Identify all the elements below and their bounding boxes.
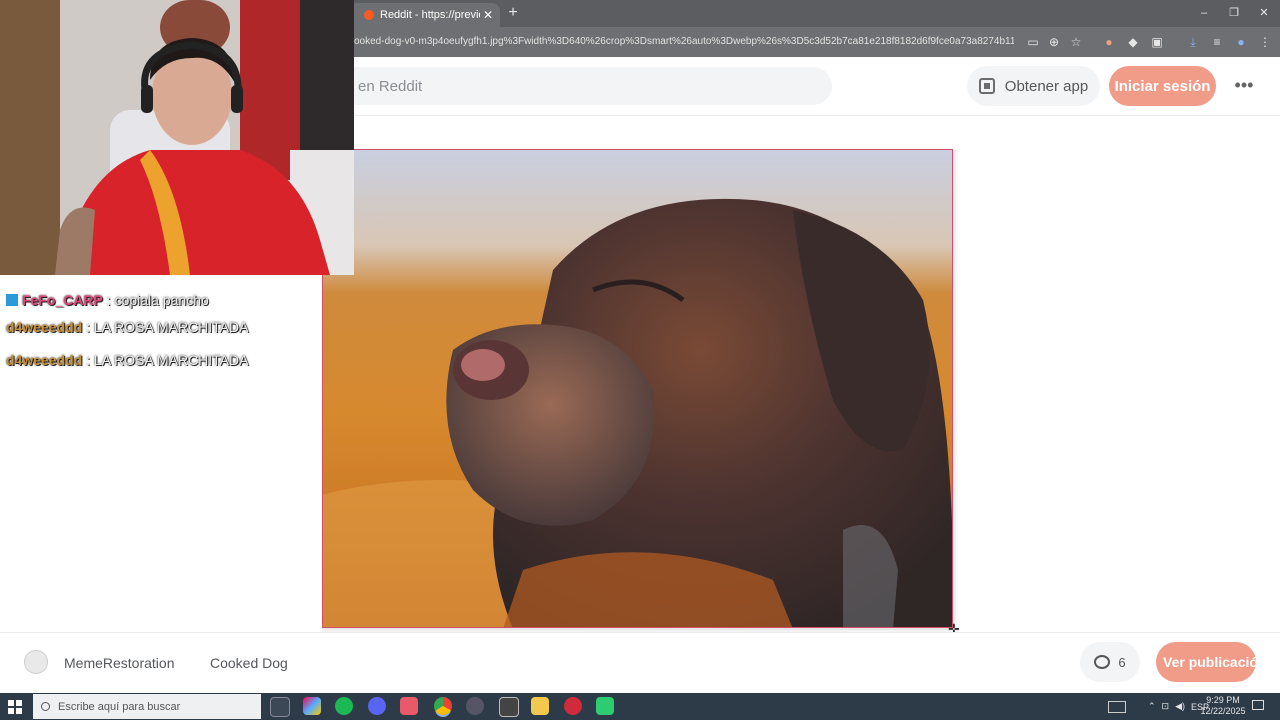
minimize-button[interactable]: – (1188, 4, 1220, 22)
volume-icon[interactable]: ◀) (1175, 701, 1185, 712)
copilot-icon[interactable] (303, 697, 321, 715)
windows-start-icon[interactable] (8, 700, 22, 714)
subreddit-avatar[interactable] (24, 650, 48, 674)
taskbar-clock[interactable]: 9:29 PM 12/22/2025 (1200, 695, 1246, 717)
close-window-button[interactable]: ✕ (1248, 4, 1280, 22)
chat-username: d4weeeddd (6, 352, 83, 368)
chrome-icon[interactable] (434, 697, 452, 715)
download-icon[interactable]: ⤓ (1184, 33, 1202, 51)
subreddit-name[interactable]: MemeRestoration (64, 655, 175, 671)
chat-message: d4weeeddd : LA ROSA MARCHITADA (6, 319, 248, 335)
reddit-favicon-icon (364, 10, 374, 20)
clock-time: 9:29 PM (1206, 695, 1240, 705)
dog-photo (323, 150, 952, 627)
bookmark-star-icon[interactable]: ☆ (1067, 33, 1085, 51)
system-tray: ⌃ ⊡ ◀) ESP (1108, 694, 1209, 719)
chat-badge-icon (6, 294, 18, 306)
tab-title: Reddit - https://preview.redd.it (380, 9, 480, 21)
chat-username: FeFo_CARP (22, 292, 103, 308)
webcam-feed (0, 0, 354, 275)
search-icon (41, 702, 50, 711)
webcam-overlay (0, 0, 354, 275)
chat-text: : copiala pancho (102, 292, 209, 308)
chat-text: : LA ROSA MARCHITADA (82, 319, 249, 335)
post-image[interactable] (322, 149, 953, 628)
chat-message: FeFo_CARP : copiala pancho (6, 292, 209, 308)
task-view-icon[interactable] (270, 697, 290, 717)
notifications-icon[interactable] (1252, 700, 1264, 710)
opera-icon[interactable] (564, 697, 582, 715)
tab-close-icon[interactable]: ✕ (480, 8, 496, 22)
get-app-button[interactable]: Obtener app (967, 66, 1100, 106)
chevron-up-icon[interactable]: ⌃ (1148, 701, 1156, 712)
address-bar[interactable]: ooked-dog-v0-m3p4oeufygfh1.jpg%3Fwidth%3… (354, 32, 1014, 52)
qr-code-icon (978, 78, 995, 94)
comment-count: 6 (1118, 654, 1126, 670)
extension-shield-icon[interactable]: ◆ (1124, 33, 1142, 51)
new-tab-button[interactable]: + (504, 4, 522, 22)
chat-username: d4weeeddd (6, 319, 83, 335)
chat-message: d4weeeddd : LA ROSA MARCHITADA (6, 352, 248, 368)
extension-icon[interactable]: ● (1100, 33, 1118, 51)
app-icon[interactable] (596, 697, 614, 715)
image-shadow (953, 150, 959, 634)
zoom-icon[interactable]: ⊕ (1045, 33, 1063, 51)
view-post-button[interactable]: Ver publicación (1156, 642, 1256, 682)
search-placeholder: en Reddit (358, 78, 423, 95)
more-options-icon[interactable]: ••• (1232, 74, 1256, 98)
post-title[interactable]: Cooked Dog (210, 655, 288, 671)
get-app-label: Obtener app (1004, 77, 1089, 95)
stream-chat: FeFo_CARP : copiala pancho d4weeeddd : L… (0, 262, 320, 382)
file-explorer-icon[interactable] (531, 697, 549, 715)
obs-icon[interactable] (466, 697, 484, 715)
comments-button[interactable]: 6 (1080, 642, 1140, 682)
login-button[interactable]: Iniciar sesión (1109, 66, 1216, 106)
clock-date: 12/22/2025 (1200, 706, 1246, 716)
browser-menu-icon[interactable]: ⋮ (1256, 33, 1274, 51)
comment-bubble-icon (1094, 655, 1111, 669)
chat-text: : LA ROSA MARCHITADA (82, 352, 249, 368)
restore-button[interactable]: ❐ (1218, 4, 1250, 22)
discord-icon[interactable] (368, 697, 386, 715)
spotify-icon[interactable] (335, 697, 353, 715)
browser-tab[interactable]: Reddit - https://preview.redd.it ✕ (348, 3, 500, 27)
taskbar-search-input[interactable]: Escribe aquí para buscar (33, 694, 261, 719)
profile-avatar-icon[interactable]: ● (1232, 33, 1250, 51)
reading-list-icon[interactable]: ≡ (1208, 33, 1226, 51)
extensions-puzzle-icon[interactable]: ▣ (1148, 33, 1166, 51)
media-app-icon[interactable] (400, 697, 418, 715)
network-icon[interactable]: ⊡ (1162, 701, 1170, 712)
cast-icon[interactable]: ▭ (1024, 33, 1042, 51)
capcut-icon[interactable] (499, 697, 519, 717)
taskbar-search-placeholder: Escribe aquí para buscar (58, 700, 181, 713)
keyboard-icon[interactable] (1108, 700, 1126, 713)
